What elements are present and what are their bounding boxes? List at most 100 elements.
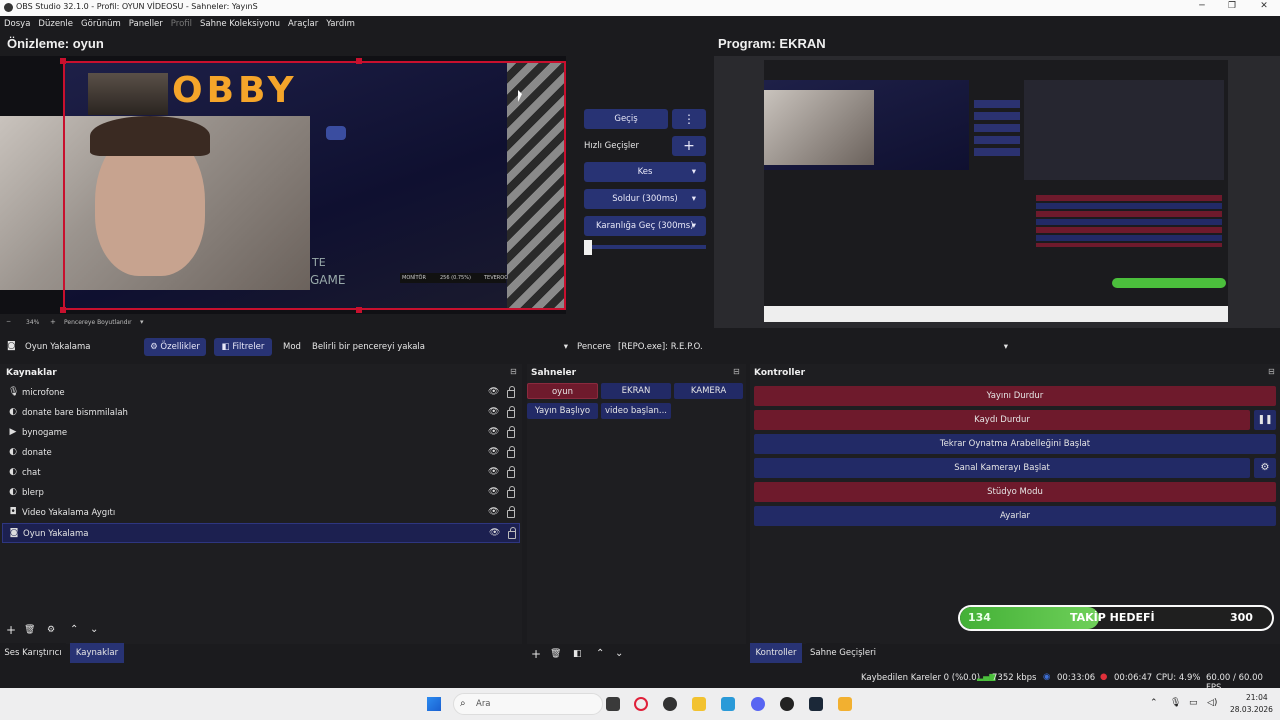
lock-icon[interactable] <box>507 406 515 418</box>
window-select[interactable]: [REPO.exe]: R.E.P.O. ▾ <box>614 338 1012 356</box>
mode-select[interactable]: Belirli bir pencereyi yakala ▾ <box>308 338 572 356</box>
tbar-handle[interactable] <box>584 240 592 255</box>
volume-icon[interactable]: ◁) <box>1207 698 1217 708</box>
app-icon-widgets[interactable] <box>606 697 620 711</box>
lock-icon[interactable] <box>507 426 515 438</box>
properties-button[interactable]: ⚙ Özellikler <box>144 338 206 356</box>
eye-icon[interactable]: 👁 <box>488 487 499 497</box>
settings-app-icon[interactable] <box>721 697 735 711</box>
windows-start-icon[interactable] <box>427 697 441 711</box>
resize-handle-top[interactable] <box>356 58 362 64</box>
eye-icon[interactable]: 👁 <box>488 507 499 517</box>
scene-item[interactable]: EKRAN <box>601 383 671 399</box>
resize-handle-bottom[interactable] <box>356 307 362 313</box>
chevron-down-icon[interactable]: ⌄ <box>615 648 623 659</box>
source-row[interactable]: ◐ donate bare bismmilalah 👁 <box>2 403 520 423</box>
source-row-selected[interactable]: ◙ Oyun Yakalama 👁 <box>2 523 520 543</box>
menu-help[interactable]: Yardım <box>322 16 359 32</box>
app-icon-yellow[interactable] <box>838 697 852 711</box>
eye-icon[interactable]: 👁 <box>489 528 500 538</box>
chevron-up-icon[interactable]: ⌃ <box>596 648 604 659</box>
studio-mode-button[interactable]: Stüdyo Modu <box>754 482 1276 502</box>
clock-date[interactable]: 28.03.2026 <box>1230 705 1273 714</box>
add-scene-icon[interactable]: + <box>531 647 541 661</box>
stop-recording-button[interactable]: Kaydı Durdur <box>754 410 1250 430</box>
opera-icon[interactable] <box>634 697 648 711</box>
app-icon-red-dot[interactable] <box>780 697 794 711</box>
source-row[interactable]: ◘ Video Yakalama Aygıtı 👁 <box>2 503 520 523</box>
minimize-button[interactable]: ─ <box>1190 1 1214 11</box>
eye-icon[interactable]: 👁 <box>488 447 499 457</box>
menu-view[interactable]: Görünüm <box>77 16 125 32</box>
tab-audio-mixer[interactable]: Ses Karıştırıcı <box>0 643 66 663</box>
filters-button[interactable]: ◧ Filtreler <box>214 338 272 356</box>
source-row[interactable]: ◐ donate 👁 <box>2 443 520 463</box>
tab-controls[interactable]: Kontroller <box>750 643 802 663</box>
gear-icon[interactable]: ⚙ <box>1254 458 1276 478</box>
gear-icon[interactable]: ⚙ <box>47 625 55 635</box>
lock-icon[interactable] <box>507 506 515 518</box>
discord-icon[interactable] <box>751 697 765 711</box>
transition-button[interactable]: Geçiş <box>584 109 668 129</box>
add-transition-icon[interactable]: + <box>672 136 706 156</box>
menu-file[interactable]: Dosya <box>0 16 34 32</box>
obs-icon[interactable] <box>663 697 677 711</box>
eye-icon[interactable]: 👁 <box>488 387 499 397</box>
scene-item[interactable]: KAMERA <box>674 383 743 399</box>
stop-stream-button[interactable]: Yayını Durdur <box>754 386 1276 406</box>
folder-icon[interactable] <box>692 697 706 711</box>
taskbar-search[interactable]: ⌕ Ara <box>453 693 603 715</box>
dock-menu-icon[interactable]: ⊟ <box>1268 367 1275 376</box>
zoom-out-button[interactable]: − <box>6 318 11 325</box>
replay-buffer-button[interactable]: Tekrar Oynatma Arabelleğini Başlat <box>754 434 1276 454</box>
scene-item-selected[interactable]: oyun <box>527 383 598 399</box>
menu-edit[interactable]: Düzenle <box>34 16 77 32</box>
tab-sources[interactable]: Kaynaklar <box>70 643 124 663</box>
zoom-in-button[interactable]: + <box>50 318 56 326</box>
dock-menu-icon[interactable]: ⊟ <box>510 367 517 376</box>
eye-icon[interactable]: 👁 <box>488 407 499 417</box>
fade-to-black-button[interactable]: Karanlığa Geç (300ms) ▾ <box>584 216 706 236</box>
lock-icon[interactable] <box>508 527 516 539</box>
menu-tools[interactable]: Araçlar <box>284 16 322 32</box>
source-row[interactable]: ◐ blerp 👁 <box>2 483 520 503</box>
trash-icon[interactable]: 🗑 <box>24 625 35 635</box>
dock-menu-icon[interactable]: ⊟ <box>733 367 740 376</box>
resize-handle-tl[interactable] <box>60 58 66 64</box>
lock-icon[interactable] <box>507 446 515 458</box>
resize-handle-bl[interactable] <box>60 307 66 313</box>
clock-time[interactable]: 21:04 <box>1246 693 1268 702</box>
tab-scene-transitions[interactable]: Sahne Geçişleri <box>806 643 880 663</box>
filter-icon[interactable]: ◧ <box>573 649 582 659</box>
fade-transition-button[interactable]: Soldur (300ms) ▾ <box>584 189 706 209</box>
fit-to-window[interactable]: Pencereye Boyutlandır <box>64 319 132 326</box>
tray-chevron-icon[interactable]: ⌃ <box>1150 698 1158 708</box>
settings-button[interactable]: Ayarlar <box>754 506 1276 526</box>
tbar-track[interactable] <box>584 245 706 249</box>
menu-docks[interactable]: Paneller <box>125 16 167 32</box>
source-row[interactable]: 🎙 microfone 👁 <box>2 383 520 403</box>
transition-menu-icon[interactable]: ⋮ <box>672 109 706 129</box>
virtual-camera-button[interactable]: Sanal Kamerayı Başlat <box>754 458 1250 478</box>
lock-icon[interactable] <box>507 466 515 478</box>
maximize-button[interactable]: ❐ <box>1220 1 1244 11</box>
source-row[interactable]: ◐ chat 👁 <box>2 463 520 483</box>
pause-icon[interactable]: ❚❚ <box>1254 410 1276 430</box>
eye-icon[interactable]: 👁 <box>488 427 499 437</box>
add-source-icon[interactable]: + <box>6 623 16 637</box>
scene-item[interactable]: video başlan... <box>601 403 671 419</box>
mic-tray-icon[interactable]: 🎙 <box>1170 698 1181 708</box>
eye-icon[interactable]: 👁 <box>488 467 499 477</box>
menu-profile[interactable]: Profil <box>167 16 196 32</box>
scene-item[interactable]: Yayın Başlıyo <box>527 403 598 419</box>
steam-icon[interactable] <box>809 697 823 711</box>
trash-icon[interactable]: 🗑 <box>550 649 561 659</box>
network-icon[interactable]: ▭ <box>1189 698 1198 708</box>
fit-dropdown-icon[interactable]: ▾ <box>140 318 144 326</box>
chevron-up-icon[interactable]: ⌃ <box>70 624 78 635</box>
chevron-down-icon[interactable]: ⌄ <box>90 624 98 635</box>
close-button[interactable]: ✕ <box>1252 1 1276 11</box>
preview-canvas[interactable]: OBBY TE GAME MONİTÖR 256 (0.75%) TEVEROO <box>0 56 566 314</box>
lock-icon[interactable] <box>507 486 515 498</box>
source-row[interactable]: ▶ bynogame 👁 <box>2 423 520 443</box>
